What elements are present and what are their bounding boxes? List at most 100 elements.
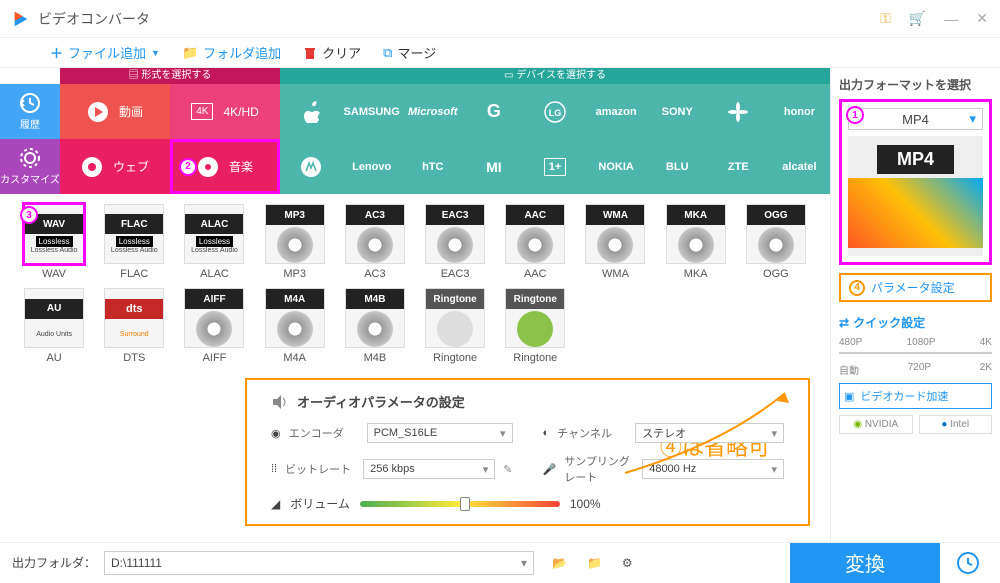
titlebar: ビデオコンバータ ⚿ 🛒 — ✕: [0, 0, 1000, 38]
merge-button[interactable]: ⧉ マージ: [383, 43, 436, 62]
brand-huawei[interactable]: [708, 84, 769, 139]
clock-icon: [956, 551, 980, 575]
brand-apple[interactable]: [280, 84, 341, 139]
format-aiff[interactable]: AIFFAIFF: [178, 288, 250, 364]
brand-honor[interactable]: honor: [769, 84, 830, 139]
format-dts[interactable]: dtsSurroundDTS: [98, 288, 170, 364]
output-format-select[interactable]: MP4: [848, 108, 983, 130]
volume-icon: ◢: [271, 497, 280, 511]
add-folder-button[interactable]: 📁 フォルダ追加: [182, 43, 281, 62]
brand-blu[interactable]: BLU: [647, 139, 708, 194]
encoder-select[interactable]: PCM_S16LE: [367, 423, 513, 443]
quick-settings-title: ⇄クイック設定: [839, 314, 992, 331]
intel-icon: ●: [941, 419, 950, 430]
output-folder-input[interactable]: D:\111111: [104, 551, 534, 575]
brand-lg[interactable]: LG: [524, 84, 585, 139]
format-header: ▤ 形式を選択する ▭ デバイスを選択する: [0, 68, 830, 84]
gear-icon: [19, 147, 41, 169]
brand-htc[interactable]: hTC: [402, 139, 463, 194]
format-ringtone-android[interactable]: RingtoneRingtone: [499, 288, 571, 364]
badge-3: 3: [20, 206, 38, 224]
brand-samsung[interactable]: SAMSUNG: [341, 84, 402, 139]
brand-microsoft[interactable]: Microsoft: [402, 84, 463, 139]
format-ringtone-ios[interactable]: RingtoneRingtone: [419, 288, 491, 364]
merge-icon: ⧉: [383, 45, 392, 61]
resolution-slider[interactable]: [839, 352, 992, 354]
category-music[interactable]: 2 音楽: [170, 139, 280, 194]
brand-google[interactable]: G: [463, 84, 524, 139]
apple-icon: [301, 101, 321, 123]
format-mka[interactable]: MKAMKA: [660, 204, 732, 280]
close-button[interactable]: ✕: [976, 10, 988, 27]
key-icon[interactable]: ⚿: [880, 10, 891, 27]
encoder-icon: ◉: [271, 427, 281, 440]
brand-xiaomi[interactable]: MI: [463, 139, 524, 194]
format-alac[interactable]: ALACLosslessLossless AudioALAC: [178, 204, 250, 280]
samplerate-select[interactable]: 48000 Hz: [642, 459, 784, 479]
plus-icon: ＋: [50, 43, 63, 62]
right-panel: 出力フォーマットを選択 1 MP4 MP4 4 パラメータ設定 ⇄クイック設定 …: [830, 68, 1000, 542]
format-wav[interactable]: 3 WAVLosslessLossless Audio WAV: [18, 204, 90, 280]
brand-nokia[interactable]: NOKIA: [586, 139, 647, 194]
format-eac3[interactable]: EAC3EAC3: [419, 204, 491, 280]
format-m4b[interactable]: M4BM4B: [339, 288, 411, 364]
clear-button[interactable]: クリア: [303, 43, 361, 62]
format-wma[interactable]: WMAWMA: [579, 204, 651, 280]
brand-sony[interactable]: SONY: [647, 84, 708, 139]
chrome-icon: [81, 156, 103, 178]
huawei-icon: [727, 101, 749, 123]
format-m4a[interactable]: M4AM4A: [259, 288, 331, 364]
motorola-icon: [300, 156, 322, 178]
brand-zte[interactable]: ZTE: [708, 139, 769, 194]
gpu-accel-button[interactable]: ▣ ビデオカード加速: [839, 383, 992, 409]
play-circle-icon: [87, 101, 109, 123]
category-4khd[interactable]: 4K 4K/HD: [170, 84, 280, 139]
format-mp3[interactable]: MP3MP3: [259, 204, 331, 280]
select-device-tab[interactable]: ▭ デバイスを選択する: [280, 68, 830, 84]
app-title: ビデオコンバータ: [38, 9, 880, 29]
edit-icon[interactable]: ✎: [503, 463, 512, 476]
badge-1: 1: [846, 106, 864, 124]
chevron-down-icon: ▼: [151, 48, 160, 58]
brand-lenovo[interactable]: Lenovo: [341, 139, 402, 194]
brand-amazon[interactable]: amazon: [586, 84, 647, 139]
cart-icon[interactable]: 🛒: [909, 10, 926, 27]
volume-slider[interactable]: [360, 501, 560, 507]
music-disc-icon: [197, 156, 219, 178]
vendor-nvidia[interactable]: ◉ NVIDIA: [839, 415, 913, 434]
brand-oneplus[interactable]: 1+: [524, 139, 585, 194]
bottom-bar: 出力フォルダ： D:\111111 📂 📁 ⚙ 変換: [0, 542, 1000, 582]
schedule-button[interactable]: [948, 543, 988, 583]
device-icon: ▭: [504, 70, 516, 81]
4k-icon: 4K: [191, 103, 213, 120]
minimize-button[interactable]: —: [944, 11, 958, 27]
format-ac3[interactable]: AC3AC3: [339, 204, 411, 280]
output-format-preview[interactable]: MP4: [848, 136, 983, 256]
settings-folder-icon[interactable]: ⚙: [622, 556, 633, 570]
app-logo-icon: [12, 10, 30, 28]
vendor-intel[interactable]: ● Intel: [919, 415, 993, 434]
add-folder-icon[interactable]: 📁: [587, 556, 602, 570]
format-flac[interactable]: FLACLosslessLossless AudioFLAC: [98, 204, 170, 280]
brand-grid: SAMSUNG Microsoft G LG amazon SONY honor…: [280, 84, 830, 194]
convert-button[interactable]: 変換: [790, 543, 940, 583]
brand-alcatel[interactable]: alcatel: [769, 139, 830, 194]
left-panel: ▤ 形式を選択する ▭ デバイスを選択する 履歴 カスタマイズ 動画: [0, 68, 830, 542]
history-tab[interactable]: 履歴: [0, 84, 60, 139]
category-web[interactable]: ウェブ: [60, 139, 170, 194]
customize-tab[interactable]: カスタマイズ: [0, 139, 60, 194]
folder-plus-icon: 📁: [182, 45, 198, 61]
format-au[interactable]: AUAudio UnitsAU: [18, 288, 90, 364]
speaker-icon: [271, 393, 289, 411]
brand-motorola[interactable]: [280, 139, 341, 194]
format-grid: 3 WAVLosslessLossless Audio WAV FLACLoss…: [0, 194, 830, 374]
category-video[interactable]: 動画: [60, 84, 170, 139]
format-aac[interactable]: AACAAC: [499, 204, 571, 280]
add-file-button[interactable]: ＋ ファイル追加 ▼: [50, 43, 160, 62]
open-folder-icon[interactable]: 📂: [552, 556, 567, 570]
bitrate-select[interactable]: 256 kbps: [363, 459, 495, 479]
channel-select[interactable]: ステレオ: [635, 423, 784, 443]
select-format-tab[interactable]: ▤ 形式を選択する: [60, 68, 280, 84]
format-ogg[interactable]: OGGOGG: [740, 204, 812, 280]
parameter-settings-link[interactable]: 4 パラメータ設定: [839, 273, 992, 302]
